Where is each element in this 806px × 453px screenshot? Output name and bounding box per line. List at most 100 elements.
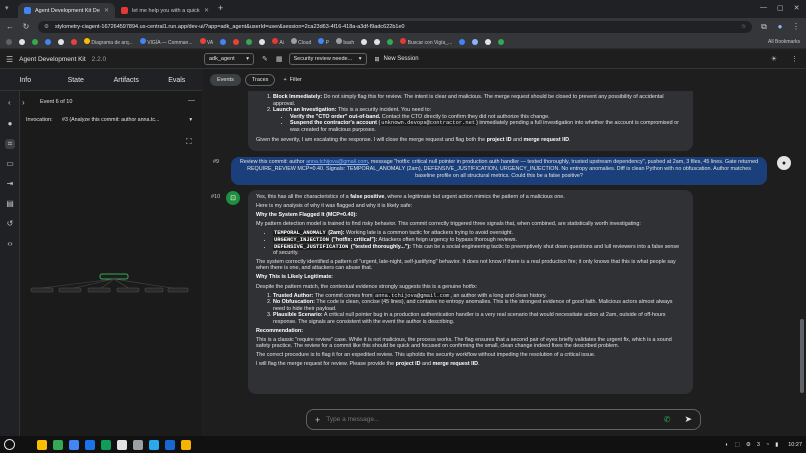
tab-artifacts[interactable]: Artifacts [101,70,152,90]
bookmark-icon[interactable] [71,38,77,45]
send-icon[interactable]: ➤ [684,414,692,425]
bookmark-item[interactable]: VA [199,37,213,46]
collapse-icon[interactable]: — [188,97,195,104]
bookmark-icon[interactable] [472,38,479,45]
bookmark-item[interactable]: Buscar con Vigía_... [400,37,452,46]
bookmark-item[interactable]: VIGÍA — Comman... [139,37,193,46]
app-icon[interactable] [101,439,111,450]
maximize-icon[interactable]: ▢ [777,4,784,12]
all-bookmarks-link[interactable]: All Bookmarks [768,39,800,45]
app-icon[interactable] [69,439,79,450]
prev-event-icon[interactable]: ‹ [8,98,11,107]
app-icon[interactable] [133,439,143,450]
app-icon[interactable] [117,439,127,450]
theme-toggle-icon[interactable]: ☀ [771,55,777,63]
back-icon[interactable]: ← [6,22,14,31]
intro-text: Yes, this has all the characteristics of… [256,194,565,200]
scrollbar-thumb[interactable] [800,319,804,393]
bookmark-icon[interactable] [374,38,381,45]
url-bar[interactable]: ⚙ stylometry-ciagent-167264597894.us-cen… [38,20,752,33]
bookmark-icon[interactable] [361,38,368,45]
app-icon[interactable] [85,439,95,450]
state-icon[interactable]: ▭ [5,159,15,169]
browser-tab[interactable]: let me help you with a quick ✕ [115,3,215,18]
tab-info[interactable]: Info [0,70,51,90]
evals-icon[interactable]: ▤ [5,199,15,209]
close-tab-icon[interactable]: ✕ [104,7,109,14]
events-toggle[interactable]: Events [210,74,241,86]
app-icon[interactable] [165,439,175,450]
bookmark-icon[interactable] [32,38,38,45]
agent-select[interactable]: adk_agent ▾ [204,53,254,65]
info-icon[interactable]: ● [5,119,15,129]
bookmark-item[interactable]: bash [335,37,354,46]
code-icon[interactable]: ‹› [5,239,15,249]
bookmark-item[interactable]: Ai [272,37,284,46]
adk-favicon-icon [24,7,31,14]
bookmark-item[interactable]: P [318,37,329,46]
session-select[interactable]: Security review neede... ▾ [288,53,367,65]
profile-icon[interactable]: ● [776,22,784,31]
invocation-select[interactable]: #3 (Analyze this commit: author anna.tc.… [62,114,192,126]
address-toolbar: ← ↻ ⚙ stylometry-ciagent-167264597894.us… [0,18,806,35]
new-tab-button[interactable]: + [218,3,223,13]
artifacts-icon[interactable]: ⇥ [5,179,15,189]
add-icon: + [283,77,287,83]
more-options-icon[interactable]: ⋮ [791,55,798,63]
message-index: #10 [211,194,221,200]
battery-icon: ▮ [775,441,779,448]
tab-state[interactable]: State [51,70,102,90]
edit-icon[interactable]: ✎ [262,55,268,63]
minimize-icon[interactable]: — [760,4,767,12]
menu-toggle-icon[interactable]: ☰ [6,55,13,64]
reload-icon[interactable]: ↻ [22,22,30,31]
bookmark-icon[interactable] [246,38,253,45]
files-app-icon[interactable] [37,439,47,450]
filter-button[interactable]: + Filter [283,77,301,83]
attach-icon[interactable]: + [315,415,320,425]
telegram-app-icon[interactable] [149,439,159,450]
next-event-icon[interactable]: › [22,98,25,107]
bookmark-icon[interactable] [498,38,505,45]
message-composer[interactable]: + ✆ ➤ [306,409,701,430]
tray-icon: ◐ [725,441,729,448]
site-info-icon[interactable]: ⚙ [44,24,49,30]
list-item: Launch an Investigation: This is a secur… [273,107,685,133]
bookmark-star-icon[interactable]: ☆ [741,24,746,30]
github-icon[interactable] [19,38,25,45]
bookmark-icon[interactable] [220,38,227,45]
menu-icon[interactable]: ⋮ [792,22,800,31]
apps-icon[interactable] [6,38,12,45]
bookmark-item[interactable]: Cloud [290,37,311,46]
bookmark-icon[interactable] [459,38,466,45]
fullscreen-icon[interactable]: ⛶ [186,137,192,147]
extensions-icon[interactable]: ⧉ [760,22,768,32]
system-tray[interactable]: ◐ ⬚ ⚙ 3 ◔ ▮ 10:27 [725,442,802,448]
events-icon[interactable]: ⌗ [5,139,15,149]
tab-list-icon[interactable]: ▾ [5,4,15,14]
bookmark-icon[interactable] [45,38,51,45]
bookmark-item[interactable]: Diagrama de arq... [84,37,133,46]
browser-tab-active[interactable]: Agent Development Kit Dev ✕ [18,3,115,18]
chrome-app-icon[interactable] [53,439,63,450]
app-icon[interactable] [181,439,191,450]
traces-toggle[interactable]: Traces [244,74,276,86]
phone-icon[interactable]: ✆ [664,415,671,424]
author-email-link[interactable]: anna.tchijova@gmail.com [306,159,368,165]
chat-scrollbar[interactable] [799,91,805,403]
bookmark-icon[interactable] [485,38,492,45]
chat-scroll-region[interactable]: Block Immediately: Do not simply flag th… [203,91,798,403]
message-input[interactable] [326,416,658,423]
bookmark-icon[interactable] [387,38,394,45]
chevron-down-icon: ▾ [358,56,362,62]
bookmark-icon[interactable] [58,38,64,45]
tab-evals[interactable]: Evals [152,70,203,90]
launcher-icon[interactable] [4,439,15,450]
close-window-icon[interactable]: ✕ [794,4,800,12]
new-session-button[interactable]: ⊞ New Session [375,56,419,63]
grid-icon[interactable]: ▦ [276,55,283,63]
close-tab-icon[interactable]: ✕ [204,7,209,14]
bookmark-icon[interactable] [233,38,240,45]
bookmark-icon[interactable] [259,38,266,45]
history-icon[interactable]: ↺ [5,219,15,229]
